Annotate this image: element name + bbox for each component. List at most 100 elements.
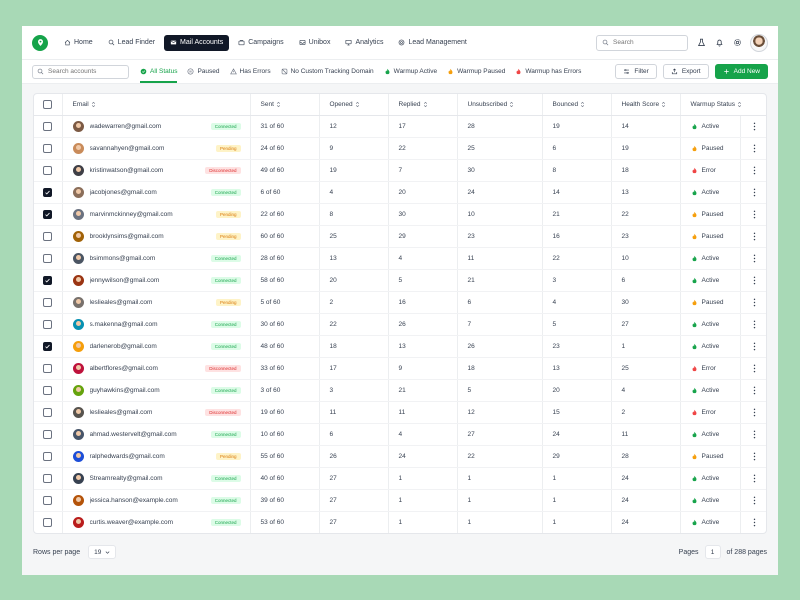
tab-warmup-paused[interactable]: Warmup Paused: [447, 60, 505, 83]
nav-home[interactable]: Home: [58, 35, 99, 51]
row-checkbox[interactable]: [43, 297, 53, 307]
rows-per-page-select[interactable]: 19: [88, 545, 117, 559]
more-vertical-icon[interactable]: [753, 276, 756, 285]
table-row[interactable]: leslieales@gmail.com Disconnected 19 of …: [34, 401, 766, 424]
table-row[interactable]: leslieales@gmail.com Pending 5 of 60 2 1…: [34, 291, 766, 314]
sent-cell: 39 of 60: [250, 489, 320, 512]
row-checkbox[interactable]: [43, 121, 53, 131]
more-vertical-icon[interactable]: [753, 408, 756, 417]
more-vertical-icon[interactable]: [753, 298, 756, 307]
more-vertical-icon[interactable]: [753, 320, 756, 329]
more-vertical-icon[interactable]: [753, 166, 756, 175]
more-vertical-icon[interactable]: [753, 452, 756, 461]
tab-has-errors[interactable]: Has Errors: [229, 60, 271, 83]
user-avatar[interactable]: [750, 33, 768, 52]
nav-analytics[interactable]: Analytics: [339, 35, 389, 51]
unsubscribed-cell: 26: [457, 335, 543, 358]
table-row[interactable]: ahmad.westervelt@gmail.com Connected 10 …: [34, 423, 766, 446]
account-search-input[interactable]: [48, 68, 124, 75]
table-row[interactable]: bsimmons@gmail.com Connected 28 of 60 13…: [34, 247, 766, 270]
flask-icon[interactable]: [696, 38, 706, 48]
table-row[interactable]: marvinmckinney@gmail.com Pending 22 of 6…: [34, 203, 766, 226]
table-row[interactable]: kristinwatson@gmail.com Disconnected 49 …: [34, 159, 766, 182]
account-search[interactable]: [32, 64, 129, 79]
logo-icon[interactable]: [32, 34, 48, 51]
table-row[interactable]: ralphedwards@gmail.com Pending 55 of 60 …: [34, 445, 766, 468]
column-bounced[interactable]: Bounced: [542, 94, 612, 116]
nav-lead-finder[interactable]: Lead Finder: [102, 35, 161, 51]
row-checkbox[interactable]: [43, 341, 53, 351]
more-vertical-icon[interactable]: [753, 496, 756, 505]
more-vertical-icon[interactable]: [753, 430, 756, 439]
column-health-score[interactable]: Health Score: [611, 94, 681, 116]
row-checkbox[interactable]: [43, 385, 53, 395]
row-checkbox[interactable]: [43, 143, 53, 153]
more-vertical-icon[interactable]: [753, 342, 756, 351]
column-unsubscribed[interactable]: Unsubscribed: [457, 94, 543, 116]
tab-no-custom-domain[interactable]: No Custom Tracking Domain: [281, 60, 374, 83]
more-vertical-icon[interactable]: [753, 474, 756, 483]
more-vertical-icon[interactable]: [753, 210, 756, 219]
row-checkbox[interactable]: [43, 363, 53, 373]
gear-icon[interactable]: [732, 38, 742, 48]
column-warmup-status[interactable]: Warmup Status: [680, 94, 766, 116]
table-row[interactable]: curtis.weaver@example.com Connected 53 o…: [34, 511, 766, 533]
table-row[interactable]: s.makenna@gmail.com Connected 30 of 60 2…: [34, 313, 766, 336]
more-vertical-icon[interactable]: [753, 232, 756, 241]
more-vertical-icon[interactable]: [753, 122, 756, 131]
replied-cell: 4: [388, 423, 458, 446]
table-row[interactable]: brooklynsims@gmail.com Pending 60 of 60 …: [34, 225, 766, 248]
page-number-input[interactable]: [704, 545, 721, 559]
nav-unibox[interactable]: Unibox: [293, 35, 337, 51]
row-checkbox[interactable]: [43, 231, 53, 241]
email-cell: curtis.weaver@example.com Connected: [62, 511, 251, 533]
column-opened[interactable]: Opened: [319, 94, 389, 116]
export-button[interactable]: Export: [662, 64, 709, 79]
filter-button[interactable]: Filter: [615, 64, 657, 79]
global-search-input[interactable]: [613, 39, 682, 46]
row-checkbox[interactable]: [43, 473, 53, 483]
table-row[interactable]: savannahyen@gmail.com Pending 24 of 60 9…: [34, 137, 766, 160]
row-checkbox[interactable]: [43, 495, 53, 505]
table-row[interactable]: guyhawkins@gmail.com Connected 3 of 60 3…: [34, 379, 766, 402]
more-vertical-icon[interactable]: [753, 364, 756, 373]
tab-all-status[interactable]: All Status: [140, 60, 178, 83]
nav-campaigns[interactable]: Campaigns: [232, 35, 289, 51]
select-all-checkbox[interactable]: [43, 99, 53, 109]
tab-warmup-errors[interactable]: Warmup has Errors: [515, 60, 581, 83]
avatar: [72, 230, 84, 242]
tab-paused[interactable]: Paused: [187, 60, 220, 83]
table-row[interactable]: jessica.hanson@example.com Connected 39 …: [34, 489, 766, 512]
tab-warmup-active[interactable]: Warmup Active: [384, 60, 437, 83]
nav-lead-management[interactable]: Lead Management: [392, 35, 472, 51]
row-checkbox[interactable]: [43, 275, 53, 285]
global-search[interactable]: [596, 34, 688, 51]
row-checkbox[interactable]: [43, 165, 53, 175]
bell-icon[interactable]: [714, 38, 724, 48]
more-vertical-icon[interactable]: [753, 188, 756, 197]
replied-cell: 13: [388, 335, 458, 358]
column-replied[interactable]: Replied: [388, 94, 458, 116]
row-checkbox[interactable]: [43, 187, 53, 197]
row-checkbox[interactable]: [43, 319, 53, 329]
table-row[interactable]: jennywilson@gmail.com Connected 58 of 60…: [34, 269, 766, 292]
more-vertical-icon[interactable]: [753, 386, 756, 395]
row-checkbox[interactable]: [43, 429, 53, 439]
row-checkbox[interactable]: [43, 407, 53, 417]
column-sent[interactable]: Sent: [250, 94, 320, 116]
column-email[interactable]: Email: [62, 94, 251, 116]
table-row[interactable]: albertflores@gmail.com Disconnected 33 o…: [34, 357, 766, 380]
row-checkbox[interactable]: [43, 517, 53, 527]
row-checkbox[interactable]: [43, 253, 53, 263]
table-row[interactable]: jacobjones@gmail.com Connected 6 of 60 4…: [34, 181, 766, 204]
nav-mail-accounts[interactable]: Mail Accounts: [164, 34, 230, 51]
add-new-button[interactable]: Add New: [714, 64, 768, 79]
more-vertical-icon[interactable]: [753, 518, 756, 527]
row-checkbox[interactable]: [43, 209, 53, 219]
more-vertical-icon[interactable]: [753, 254, 756, 263]
row-checkbox[interactable]: [43, 451, 53, 461]
table-row[interactable]: Streamrealty@gmail.com Connected 40 of 6…: [34, 467, 766, 490]
table-row[interactable]: darlenerob@gmail.com Connected 48 of 60 …: [34, 335, 766, 358]
more-vertical-icon[interactable]: [753, 144, 756, 153]
table-row[interactable]: wadewarren@gmail.com Connected 31 of 60 …: [34, 115, 766, 138]
